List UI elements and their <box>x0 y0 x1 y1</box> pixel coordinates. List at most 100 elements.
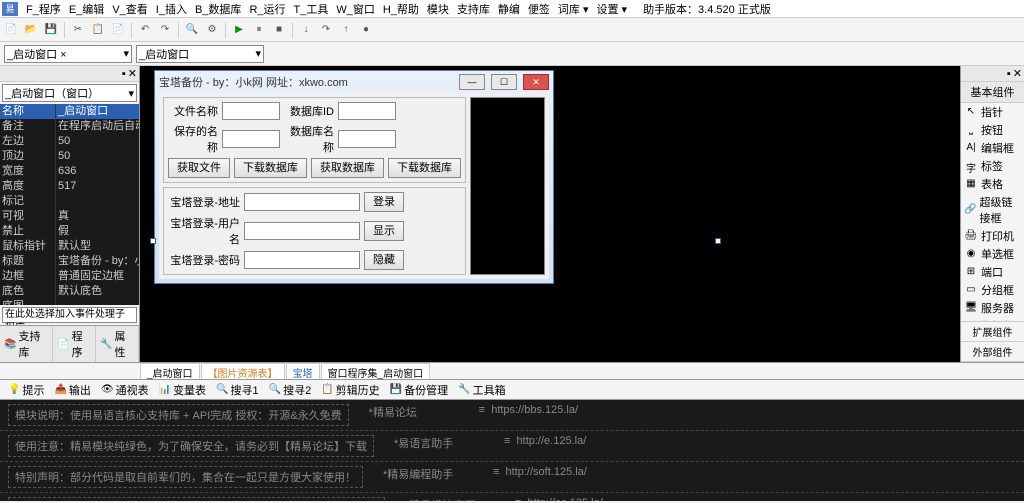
step-over-icon[interactable]: ↷ <box>317 21 335 39</box>
info-tab[interactable]: 🔍搜寻2 <box>265 381 316 399</box>
menu-item[interactable]: B_数据库 <box>191 1 245 17</box>
input-user[interactable] <box>244 222 360 240</box>
info-tab[interactable]: 💡提示 <box>4 381 48 399</box>
pause-icon[interactable]: ⏸ <box>250 21 268 39</box>
component-item[interactable]: 🔗超级链接框 <box>961 193 1024 227</box>
property-row[interactable]: 左边50 <box>0 134 139 149</box>
info-tab[interactable]: 📊变量表 <box>155 381 210 399</box>
menu-item[interactable]: 模块 <box>423 1 453 17</box>
paste-icon[interactable]: 📄 <box>109 21 127 39</box>
menu-item[interactable]: V_查看 <box>108 1 151 17</box>
component-item[interactable]: ▭分组框 <box>961 281 1024 299</box>
stop-icon[interactable]: ■ <box>270 21 288 39</box>
panel-btn[interactable]: ▪ <box>122 68 126 80</box>
run-icon[interactable]: ▶ <box>230 21 248 39</box>
object-combo-1[interactable]: _启动窗口 ×▾ <box>4 45 132 63</box>
property-row[interactable]: 顶边50 <box>0 149 139 164</box>
property-row[interactable]: 高度517 <box>0 179 139 194</box>
menu-item[interactable]: 静编 <box>494 1 524 17</box>
event-selector[interactable]: 在此处选择加入事件处理子程序 <box>2 307 137 323</box>
property-row[interactable]: 名称_启动窗口 <box>0 104 139 119</box>
menu-item[interactable]: R_运行 <box>245 1 289 17</box>
input-dbname[interactable] <box>338 130 396 148</box>
menu-item[interactable]: E_编辑 <box>65 1 108 17</box>
property-row[interactable]: 禁止假 <box>0 224 139 239</box>
menu-item[interactable]: 便签 <box>524 1 554 17</box>
component-item[interactable]: 字标签 <box>961 157 1024 175</box>
save-icon[interactable]: 💾 <box>42 21 60 39</box>
component-item[interactable]: ⊞端口 <box>961 263 1024 281</box>
menu-item[interactable]: T_工具 <box>290 1 333 17</box>
undo-icon[interactable]: ↶ <box>136 21 154 39</box>
panel-close-icon[interactable]: ✕ <box>1013 67 1022 80</box>
resize-handle[interactable] <box>715 238 721 244</box>
copy-icon[interactable]: 📋 <box>89 21 107 39</box>
info-tab[interactable]: 🔧工具箱 <box>454 381 509 399</box>
menu-item[interactable]: 设置 ▾ <box>592 1 631 17</box>
info-tab[interactable]: 📤输出 <box>50 381 94 399</box>
find-icon[interactable]: 🔍 <box>183 21 201 39</box>
input-savename[interactable] <box>222 130 280 148</box>
property-row[interactable]: 标记 <box>0 194 139 209</box>
object-combo-2[interactable]: _启动窗口▾ <box>136 45 264 63</box>
input-addr[interactable] <box>244 193 360 211</box>
minimize-button[interactable]: — <box>459 74 485 90</box>
property-row[interactable]: 底色默认底色 <box>0 284 139 299</box>
component-item[interactable]: ↖指针 <box>961 103 1024 121</box>
tab-image-resources[interactable]: 【图片资源表】 <box>201 363 285 379</box>
input-filename[interactable] <box>222 102 280 120</box>
component-item[interactable]: ⎵按钮 <box>961 121 1024 139</box>
open-icon[interactable]: 📂 <box>22 21 40 39</box>
btn-getfile[interactable]: 获取文件 <box>168 158 230 178</box>
new-icon[interactable]: 📄 <box>2 21 20 39</box>
panel-close-icon[interactable]: ✕ <box>128 67 137 80</box>
step-out-icon[interactable]: ↑ <box>337 21 355 39</box>
redo-icon[interactable]: ↷ <box>156 21 174 39</box>
cut-icon[interactable]: ✂ <box>69 21 87 39</box>
object-selector[interactable]: _启动窗口（窗口）▾ <box>2 84 137 102</box>
info-tab[interactable]: 📋剪辑历史 <box>317 381 383 399</box>
resize-handle[interactable] <box>150 238 156 244</box>
tab-extended[interactable]: 扩展组件 <box>961 322 1024 342</box>
btn-dldb[interactable]: 下载数据库 <box>234 158 307 178</box>
tab-properties[interactable]: 🔧属性 <box>96 326 139 362</box>
tool-icon[interactable]: ⚙ <box>203 21 221 39</box>
component-item[interactable]: 🖨打印机 <box>961 227 1024 245</box>
btn-login[interactable]: 登录 <box>364 192 404 212</box>
property-row[interactable]: 边框普通固定边框 <box>0 269 139 284</box>
info-tab[interactable]: 🔍搜寻1 <box>212 381 263 399</box>
design-canvas[interactable]: 宝塔备份 - by：小k网 网址：xkwo.com — ☐ ✕ 文件名称 数据库… <box>140 66 960 362</box>
menu-item[interactable]: F_程序 <box>22 1 65 17</box>
property-row[interactable]: 标题宝塔备份 - by：小 <box>0 254 139 269</box>
tab-support-lib[interactable]: 📚支持库 <box>0 326 53 362</box>
menu-item[interactable]: H_帮助 <box>379 1 423 17</box>
btn-hide[interactable]: 隐藏 <box>364 250 404 270</box>
component-item[interactable]: 🖥服务器 <box>961 299 1024 317</box>
property-row[interactable]: 备注在程序启动后自动 <box>0 119 139 134</box>
menu-item[interactable]: I_插入 <box>152 1 191 17</box>
maximize-button[interactable]: ☐ <box>491 74 517 90</box>
input-pwd[interactable] <box>244 251 360 269</box>
tab-window-module[interactable]: 窗口程序集_启动窗口 <box>321 363 431 379</box>
input-dbid[interactable] <box>338 102 396 120</box>
info-tab[interactable]: 👁通视表 <box>97 381 153 399</box>
property-row[interactable]: 鼠标指针默认型 <box>0 239 139 254</box>
tab-startup-window[interactable]: _启动窗口 <box>140 363 200 379</box>
design-window[interactable]: 宝塔备份 - by：小k网 网址：xkwo.com — ☐ ✕ 文件名称 数据库… <box>154 70 554 284</box>
property-row[interactable]: 底图 <box>0 299 139 305</box>
panel-btn[interactable]: ▪ <box>1007 68 1011 80</box>
step-icon[interactable]: ↓ <box>297 21 315 39</box>
component-item[interactable]: ◉单选框 <box>961 245 1024 263</box>
property-row[interactable]: 可视真 <box>0 209 139 224</box>
property-row[interactable]: 宽度636 <box>0 164 139 179</box>
btn-getdb[interactable]: 获取数据库 <box>311 158 384 178</box>
property-list[interactable]: 名称_启动窗口备注在程序启动后自动左边50顶边50宽度636高度517标记可视真… <box>0 104 139 305</box>
component-item[interactable]: ▦表格 <box>961 175 1024 193</box>
menu-item[interactable]: 词库 ▾ <box>554 1 593 17</box>
btn-show[interactable]: 显示 <box>364 221 404 241</box>
btn-dldb2[interactable]: 下载数据库 <box>388 158 461 178</box>
menu-item[interactable]: W_窗口 <box>332 1 379 17</box>
tab-baota[interactable]: 宝塔 <box>286 363 320 379</box>
breakpoint-icon[interactable]: ● <box>357 21 375 39</box>
component-item[interactable]: A|编辑框 <box>961 139 1024 157</box>
